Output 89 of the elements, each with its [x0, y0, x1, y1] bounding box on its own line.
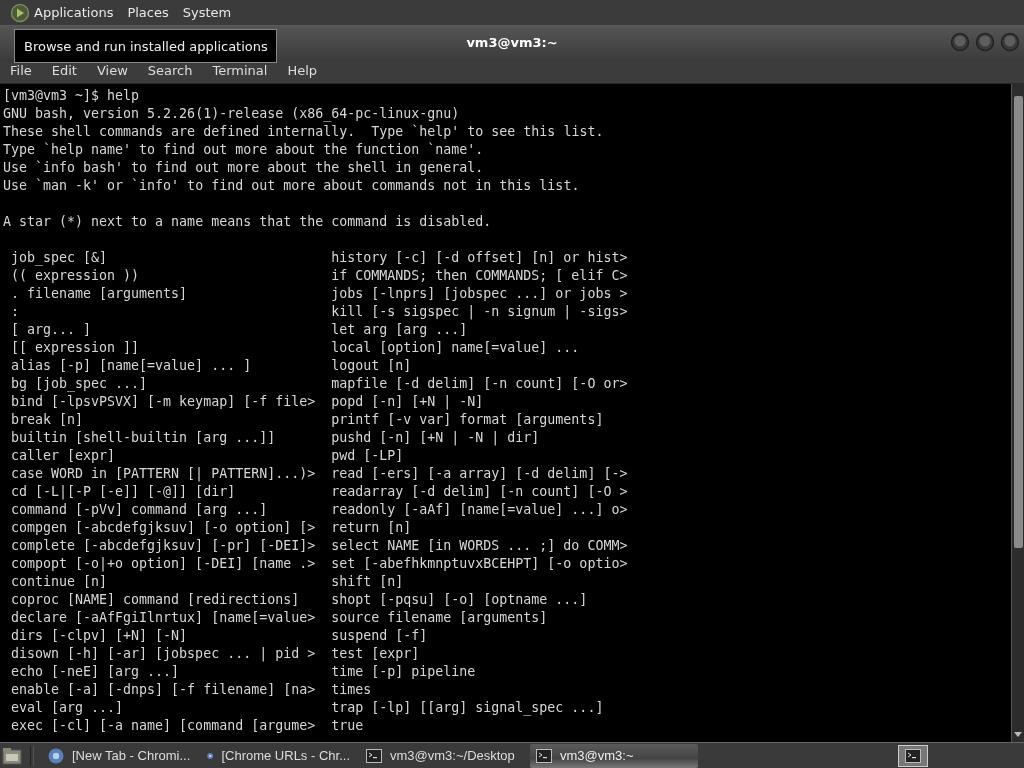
terminal-line: Type `help name' to find out more about the function `name'.	[3, 141, 484, 159]
command-syntax: dirs [-clpv] [+N] [-N]	[11, 627, 188, 645]
command-syntax: bind [-lpsvPSVX] [-m keymap] [-f file>	[11, 393, 316, 411]
command-syntax: local [option] name[=value] ...	[331, 339, 580, 357]
command-syntax: time [-p] pipeline	[331, 663, 476, 681]
command-syntax: disown [-h] [-ar] [jobspec ... | pid >	[11, 645, 316, 663]
maximize-button[interactable]	[975, 32, 995, 52]
taskbar-button[interactable]: [New Tab - Chromi...	[42, 743, 197, 768]
menu-item[interactable]: File	[10, 63, 32, 78]
minimize-button[interactable]	[950, 32, 970, 52]
show-desktop-icon[interactable]	[2, 746, 22, 765]
command-syntax: coproc [NAME] command [redirections]	[11, 591, 300, 609]
command-syntax: return [n]	[331, 519, 412, 537]
command-syntax: popd [-n] [+N | -N]	[331, 393, 484, 411]
workspace-switcher[interactable]	[898, 744, 928, 767]
command-syntax: compopt [-o|+o option] [-DEI] [name .>	[11, 555, 316, 573]
command-syntax: :	[11, 303, 19, 321]
window-title: vm3@vm3:~	[466, 34, 558, 50]
menu-item[interactable]: Help	[287, 63, 318, 78]
command-syntax: test [expr]	[331, 645, 420, 663]
command-syntax: exec [-cl] [-a name] [command [argume>	[11, 717, 316, 735]
terminal-line: Use `man -k' or `info' to find out more about commands not in this list.	[3, 177, 580, 195]
command-syntax: shift [n]	[331, 573, 404, 591]
terminal-line: Use `info bash' to find out more about the shell in general.	[3, 159, 484, 177]
command-syntax: eval [arg ...]	[11, 699, 124, 717]
menu-item[interactable]: Terminal	[212, 63, 268, 78]
command-syntax: . filename [arguments]	[11, 285, 188, 303]
command-syntax: alias [-p] [name[=value] ... ]	[11, 357, 252, 375]
command-syntax: readonly [-aAf] [name[=value] ...] o>	[331, 501, 628, 519]
command-syntax: printf [-v var] format [arguments]	[331, 411, 604, 429]
command-syntax: declare [-aAfFgiIlnrtux] [name[=value>	[11, 609, 316, 627]
terminal-line: [vm3@vm3 ~]$ help	[3, 87, 140, 105]
command-syntax: [[ expression ]]	[11, 339, 140, 357]
command-syntax: readarray [-d delim] [-n count] [-O >	[331, 483, 628, 501]
command-syntax: case WORD in [PATTERN [| PATTERN]...)>	[11, 465, 316, 483]
command-syntax: caller [expr]	[11, 447, 116, 465]
terminal-icon	[366, 748, 382, 763]
command-syntax: kill [-s sigspec | -n signum | -sigs>	[331, 303, 628, 321]
command-syntax: suspend [-f]	[331, 627, 428, 645]
command-syntax: builtin [shell-builtin [arg ...]]	[11, 429, 276, 447]
taskbar-button[interactable]: vm3@vm3:~	[530, 743, 698, 768]
command-syntax: select NAME [in WORDS ... ;] do COMM>	[331, 537, 628, 555]
panel-menu[interactable]: Applications	[34, 5, 126, 20]
command-syntax: logout [n]	[331, 357, 412, 375]
browser-icon	[48, 747, 64, 764]
terminal-icon	[905, 748, 921, 763]
command-syntax: set [-abefhkmnptuvxBCEHPT] [-o optio>	[331, 555, 628, 573]
scrollbar-thumb[interactable]	[1014, 96, 1023, 548]
command-syntax: echo [-neE] [arg ...]	[11, 663, 180, 681]
command-syntax: trap [-lp] [[arg] signal_spec ...]	[331, 699, 604, 717]
command-syntax: shopt [-pqsu] [-o] [optname ...]	[331, 591, 588, 609]
menu-item[interactable]: View	[96, 63, 128, 78]
command-syntax: if COMMANDS; then COMMANDS; [ elif C>	[331, 267, 628, 285]
command-syntax: bg [job_spec ...]	[11, 375, 148, 393]
command-syntax: true	[331, 717, 364, 735]
close-button[interactable]	[1000, 32, 1020, 52]
taskbar-button[interactable]: [Chrome URLs - Chr...	[201, 743, 356, 768]
command-syntax: let arg [arg ...]	[331, 321, 468, 339]
command-syntax: complete [-abcdefgjksuv] [-pr] [-DEI]>	[11, 537, 316, 555]
command-syntax: break [n]	[11, 411, 84, 429]
command-syntax: [ arg... ]	[11, 321, 92, 339]
command-syntax: history [-c] [-d offset] [n] or hist>	[331, 249, 628, 267]
tooltip: Browse and run installed applications	[14, 29, 277, 63]
apps-logo-icon[interactable]	[10, 2, 30, 23]
terminal-line: These shell commands are defined internally. Type `help' to see this list.	[3, 123, 604, 141]
command-syntax: job_spec [&]	[11, 249, 108, 267]
terminal-icon	[536, 748, 552, 763]
command-syntax: command [-pVv] command [arg ...]	[11, 501, 268, 519]
scroll-down-icon[interactable]	[1013, 730, 1023, 738]
command-syntax: compgen [-abcdefgjksuv] [-o option] [>	[11, 519, 316, 537]
panel-menu[interactable]: Places	[127, 5, 181, 20]
command-syntax: jobs [-lnprs] [jobspec ...] or jobs >	[331, 285, 628, 303]
command-syntax: read [-ers] [-a array] [-d delim] [->	[331, 465, 628, 483]
terminal-line: GNU bash, version 5.2.26(1)-release (x86_64-pc-linux-gnu)	[3, 105, 460, 123]
command-syntax: times	[331, 681, 372, 699]
menu-item[interactable]: Edit	[51, 63, 77, 78]
terminal-line: A star (*) next to a name means that the command is disabled.	[3, 213, 492, 231]
command-syntax: continue [n]	[11, 573, 108, 591]
command-syntax: source filename [arguments]	[331, 609, 548, 627]
taskbar-button[interactable]: vm3@vm3:~/Desktop	[360, 743, 526, 768]
command-syntax: pushd [-n] [+N | -N | dir]	[331, 429, 540, 447]
menu-item[interactable]: Search	[147, 63, 193, 78]
command-syntax: pwd [-LP]	[331, 447, 404, 465]
command-syntax: (( expression ))	[11, 267, 140, 285]
command-syntax: enable [-a] [-dnps] [-f filename] [na>	[11, 681, 316, 699]
scrollbar[interactable]	[1011, 84, 1024, 742]
command-syntax: cd [-L|[-P [-e]] [-@]] [dir]	[11, 483, 236, 501]
panel-menu[interactable]: System	[182, 5, 244, 20]
command-syntax: mapfile [-d delim] [-n count] [-O or>	[331, 375, 628, 393]
